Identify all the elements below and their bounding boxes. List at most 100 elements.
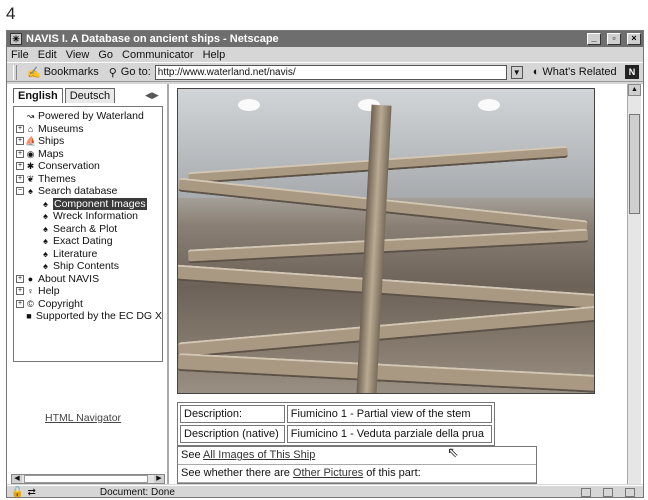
description-table: Description: Fiumicino 1 - Partial view … bbox=[177, 402, 495, 446]
scroll-right-icon[interactable]: ▶ bbox=[154, 475, 164, 483]
menu-edit[interactable]: Edit bbox=[38, 49, 57, 61]
tree-item-exact-dating[interactable]: ♠ Exact Dating bbox=[16, 235, 162, 248]
theme-icon: ❦ bbox=[26, 173, 35, 184]
whats-related-button[interactable]: ◐ What's Related bbox=[533, 66, 617, 78]
page-content: English Deutsch ◀▶ ↝ Powered by Waterland… bbox=[7, 84, 643, 484]
maximize-button[interactable]: ▫ bbox=[607, 33, 621, 45]
scroll-left-icon[interactable]: ◀ bbox=[12, 475, 22, 483]
toolbar-grip[interactable] bbox=[13, 64, 17, 80]
flag-icon: ■ bbox=[26, 311, 32, 322]
binoculars-icon: ♠ bbox=[43, 223, 48, 234]
netscape-logo-icon: N bbox=[625, 65, 639, 79]
table-row: Description (native) Fiumicino 1 - Vedut… bbox=[180, 425, 492, 443]
tree-item-museums[interactable]: + ⌂ Museums bbox=[16, 123, 162, 136]
navigation-tree: ↝ Powered by Waterland + ⌂ Museums + ⛵ Ships … bbox=[13, 106, 163, 362]
minimize-button[interactable]: _ bbox=[587, 33, 601, 45]
expand-icon[interactable]: + bbox=[16, 124, 24, 133]
navigator-sidebar: English Deutsch ◀▶ ↝ Powered by Waterland… bbox=[7, 84, 169, 484]
expand-icon[interactable]: + bbox=[16, 274, 24, 283]
tree-item-waterland[interactable]: ↝ Powered by Waterland bbox=[16, 110, 162, 123]
tree-item-conservation[interactable]: + ✱ Conservation bbox=[16, 160, 162, 173]
sidebar-horizontal-scrollbar[interactable]: ◀ ▶ bbox=[11, 474, 165, 484]
ship-wreck-photo bbox=[177, 88, 595, 394]
copyright-icon: © bbox=[27, 298, 34, 309]
tab-english[interactable]: English bbox=[13, 88, 63, 103]
scroll-up-icon[interactable]: ▲ bbox=[628, 84, 641, 96]
tree-item-search-database[interactable]: − ♠ Search database bbox=[16, 185, 162, 198]
other-pictures-link[interactable]: Other Pictures bbox=[293, 467, 363, 479]
menu-help[interactable]: Help bbox=[203, 49, 226, 61]
close-button[interactable]: × bbox=[627, 33, 641, 45]
vertical-scroll-thumb[interactable] bbox=[629, 114, 640, 214]
page-number: 4 bbox=[6, 4, 16, 23]
info-icon: ● bbox=[27, 273, 34, 284]
connection-icon: ⇄ bbox=[27, 486, 36, 498]
bookmarks-button[interactable]: ✍ Bookmarks bbox=[21, 66, 105, 79]
component-icon[interactable] bbox=[625, 487, 635, 497]
expand-icon[interactable]: + bbox=[16, 299, 24, 308]
bookmarks-label: Bookmarks bbox=[43, 66, 99, 78]
status-bar: 🔓 ⇄ Document: Done bbox=[7, 485, 643, 498]
tree-item-ships[interactable]: + ⛵ Ships bbox=[16, 135, 162, 148]
tree-item-supported-by[interactable]: ■ Supported by the EC DG X bbox=[16, 310, 162, 323]
ship-icon: ⛵ bbox=[25, 136, 37, 147]
location-toolbar: ✍ Bookmarks ⚲ Go to: http://www.waterlan… bbox=[7, 62, 643, 82]
tree-item-themes[interactable]: + ❦ Themes bbox=[16, 173, 162, 186]
url-input[interactable]: http://www.waterland.net/navis/ bbox=[154, 64, 507, 80]
location-icon: ⚲ bbox=[108, 66, 117, 79]
tree-item-about-navis[interactable]: + ● About NAVIS bbox=[16, 273, 162, 286]
menu-file[interactable]: File bbox=[11, 49, 29, 61]
related-icon: ◐ bbox=[532, 66, 540, 78]
binoculars-icon: ♠ bbox=[43, 248, 48, 259]
mouse-cursor-icon: ⇖ bbox=[447, 444, 459, 460]
expand-icon[interactable]: + bbox=[16, 174, 24, 183]
tree-item-wreck-information[interactable]: ♠ Wreck Information bbox=[16, 210, 162, 223]
description-native-label: Description (native) bbox=[180, 425, 285, 443]
bookmarks-icon: ✍ bbox=[27, 66, 41, 79]
all-images-link[interactable]: All Images of This Ship bbox=[203, 449, 315, 461]
table-row: Description: Fiumicino 1 - Partial view … bbox=[180, 405, 492, 423]
collapse-icon[interactable]: − bbox=[16, 187, 24, 196]
url-dropdown-icon[interactable]: ▼ bbox=[510, 65, 523, 79]
other-pictures-row: See whether there are Other Pictures of … bbox=[178, 465, 536, 483]
tree-item-component-images[interactable]: ♠ Component Images bbox=[16, 197, 162, 211]
tab-scroll-arrows-icon[interactable]: ◀▶ bbox=[145, 90, 159, 101]
links-box: See All Images of This Ship See whether … bbox=[177, 446, 537, 484]
tree-item-copyright[interactable]: + © Copyright bbox=[16, 298, 162, 311]
binoculars-icon: ♠ bbox=[43, 261, 48, 272]
tree-item-search-plot[interactable]: ♠ Search & Plot bbox=[16, 223, 162, 236]
gear-icon: ✱ bbox=[26, 161, 35, 172]
menu-view[interactable]: View bbox=[66, 49, 90, 61]
binoculars-icon: ♠ bbox=[43, 198, 48, 209]
tree-item-ship-contents[interactable]: ♠ Ship Contents bbox=[16, 260, 162, 273]
tab-deutsch[interactable]: Deutsch bbox=[64, 88, 116, 103]
scroll-thumb[interactable] bbox=[24, 475, 148, 483]
vertical-scrollbar[interactable]: ▲ bbox=[627, 84, 641, 484]
html-navigator-link[interactable]: HTML Navigator bbox=[45, 412, 121, 424]
title-bar: ✳ NAVIS I. A Database on ancient ships -… bbox=[7, 31, 643, 47]
expand-icon[interactable]: + bbox=[16, 149, 24, 158]
menu-bar: File Edit View Go Communicator Help bbox=[7, 47, 643, 62]
binoculars-icon: ♠ bbox=[28, 186, 33, 197]
description-value: Fiumicino 1 - Partial view of the stem bbox=[286, 405, 492, 423]
component-icon[interactable] bbox=[603, 487, 613, 497]
binoculars-icon: ♠ bbox=[43, 211, 48, 222]
status-text: Document: Done bbox=[99, 486, 175, 498]
all-images-row: See All Images of This Ship bbox=[178, 447, 536, 465]
expand-icon[interactable]: + bbox=[16, 137, 24, 146]
component-icon[interactable] bbox=[581, 487, 591, 497]
tree-item-literature[interactable]: ♠ Literature bbox=[16, 248, 162, 261]
tree-item-help[interactable]: + ♀ Help bbox=[16, 285, 162, 298]
globe-icon: ↝ bbox=[26, 111, 35, 122]
description-native-value: Fiumicino 1 - Veduta parziale della prua bbox=[286, 425, 492, 443]
menu-go[interactable]: Go bbox=[98, 49, 113, 61]
app-icon: ✳ bbox=[10, 33, 22, 45]
menu-communicator[interactable]: Communicator bbox=[122, 49, 194, 61]
security-lock-icon: 🔓 bbox=[11, 486, 24, 498]
expand-icon[interactable]: + bbox=[16, 287, 24, 296]
window-title: NAVIS I. A Database on ancient ships - N… bbox=[26, 33, 279, 45]
expand-icon[interactable]: + bbox=[16, 162, 24, 171]
map-icon: ◉ bbox=[26, 148, 35, 159]
goto-label: Go to: bbox=[120, 66, 151, 78]
tree-item-maps[interactable]: + ◉ Maps bbox=[16, 148, 162, 161]
